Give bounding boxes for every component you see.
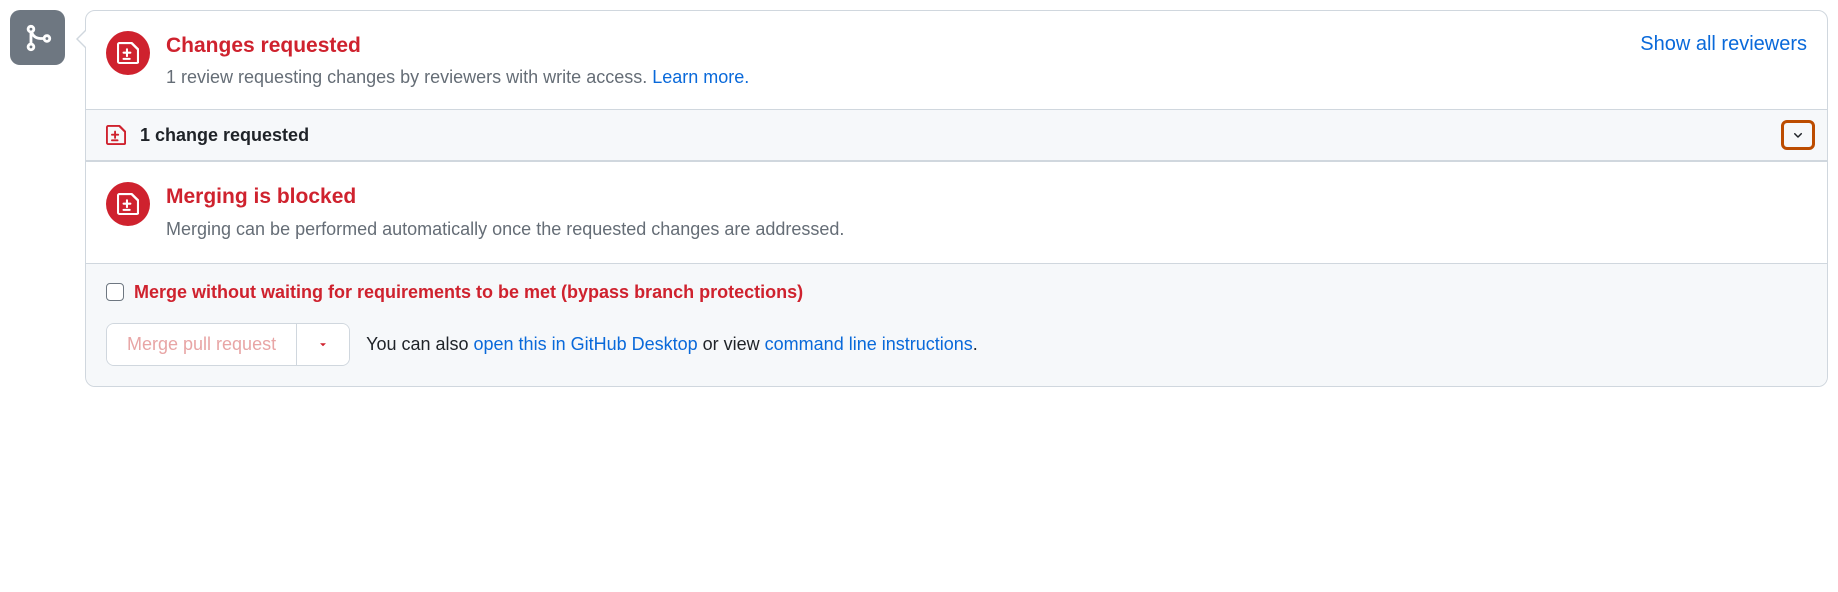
hint-suffix: . <box>973 334 978 354</box>
hint-middle: or view <box>698 334 765 354</box>
expand-reviewers-button[interactable] <box>1781 120 1815 150</box>
change-count-text: 1 change requested <box>140 125 309 146</box>
change-requested-row: 1 change requested <box>86 109 1827 162</box>
merging-blocked-section: Merging is blocked Merging can be perfor… <box>86 162 1827 263</box>
status-icon-changes <box>106 31 150 75</box>
merge-status-box: Show all reviewers Changes requested 1 r… <box>85 10 1828 387</box>
bypass-label[interactable]: Merge without waiting for requirements t… <box>134 282 803 303</box>
bypass-checkbox[interactable] <box>106 283 124 301</box>
file-diff-icon <box>106 124 126 146</box>
hint-prefix: You can also <box>366 334 473 354</box>
command-line-instructions-link[interactable]: command line instructions <box>765 334 973 354</box>
chevron-down-icon <box>1790 127 1806 143</box>
git-merge-icon <box>23 23 53 53</box>
changes-requested-section: Changes requested 1 review requesting ch… <box>86 11 1827 109</box>
merge-dropdown-button[interactable] <box>296 324 349 365</box>
changes-requested-title: Changes requested <box>166 31 1807 60</box>
open-github-desktop-link[interactable]: open this in GitHub Desktop <box>474 334 698 354</box>
merging-blocked-title: Merging is blocked <box>166 182 1807 211</box>
merge-hint-text: You can also open this in GitHub Desktop… <box>366 334 978 355</box>
merging-blocked-subtitle: Merging can be performed automatically o… <box>166 216 1807 243</box>
merge-button-group: Merge pull request <box>106 323 350 366</box>
subtitle-text: 1 review requesting changes by reviewers… <box>166 67 652 87</box>
learn-more-link[interactable]: Learn more. <box>652 67 749 87</box>
file-diff-icon <box>117 42 139 64</box>
status-icon-blocked <box>106 182 150 226</box>
triangle-down-icon <box>317 338 329 350</box>
merge-pull-request-button[interactable]: Merge pull request <box>107 324 296 365</box>
changes-requested-subtitle: 1 review requesting changes by reviewers… <box>166 64 1807 91</box>
file-diff-icon <box>117 193 139 215</box>
merge-footer: Merge without waiting for requirements t… <box>86 264 1827 386</box>
timeline-badge <box>10 10 65 65</box>
show-all-reviewers-link[interactable]: Show all reviewers <box>1640 33 1807 56</box>
